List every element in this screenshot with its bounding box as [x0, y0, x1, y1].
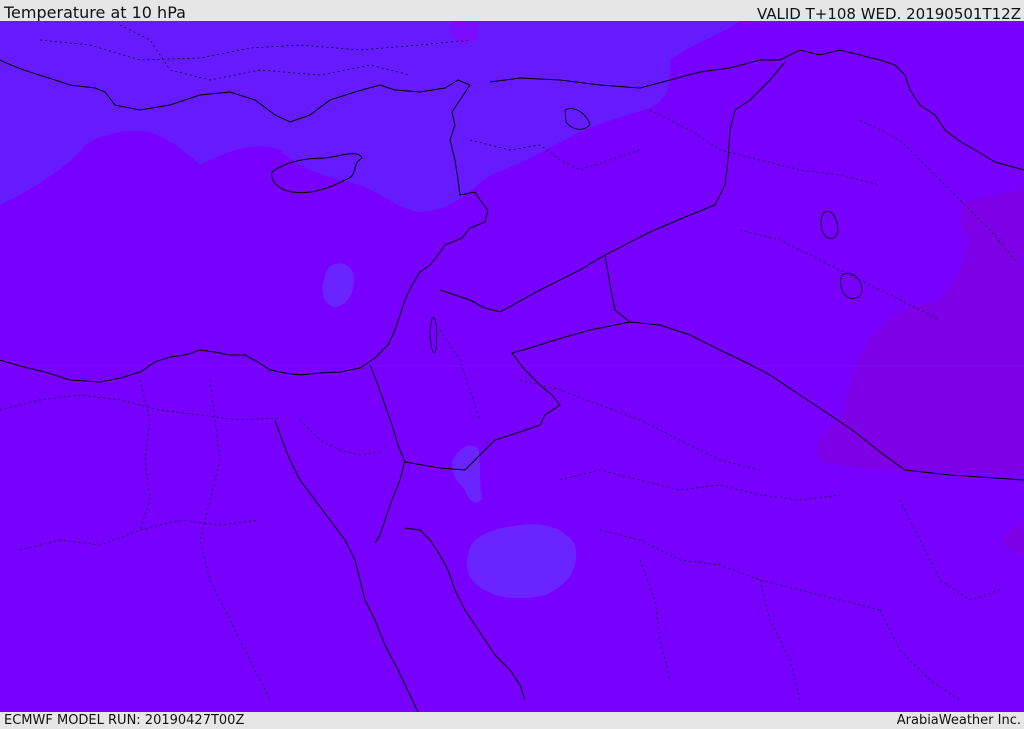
model-run-label: ECMWF MODEL RUN: 20190427T00Z — [4, 713, 245, 728]
credit-label: ArabiaWeather Inc. — [896, 713, 1021, 728]
header-bar: Temperature at 10 hPa VALID T+108 WED. 2… — [0, 0, 1024, 23]
footer-bar: ECMWF MODEL RUN: 20190427T00Z ArabiaWeat… — [0, 712, 1024, 729]
weather-map[interactable] — [0, 21, 1024, 712]
map-title: Temperature at 10 hPa — [4, 3, 186, 22]
